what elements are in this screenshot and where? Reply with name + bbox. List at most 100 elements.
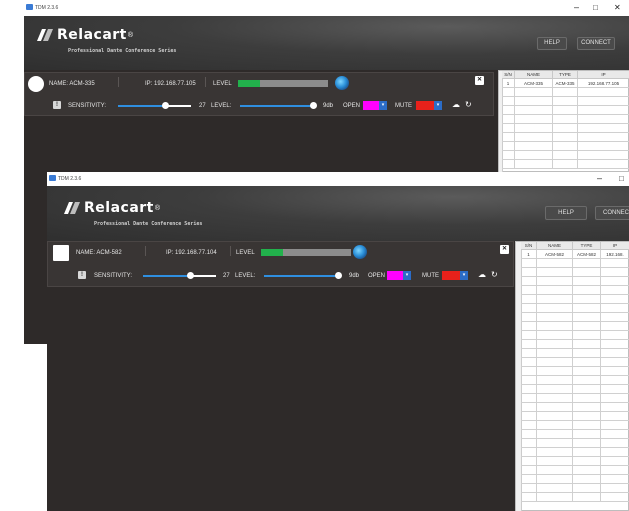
table-empty-cell[interactable] [537, 475, 573, 484]
table-empty-cell[interactable] [521, 349, 537, 358]
table-empty-cell[interactable] [537, 412, 573, 421]
table-empty-cell[interactable] [601, 385, 629, 394]
table-empty-cell[interactable] [521, 367, 537, 376]
table-empty-cell[interactable] [537, 277, 573, 286]
table-empty-cell[interactable] [573, 493, 601, 502]
table-empty-cell[interactable] [537, 430, 573, 439]
table-empty-cell[interactable] [537, 295, 573, 304]
table-empty-cell[interactable] [553, 97, 578, 106]
table-empty-cell[interactable] [601, 421, 629, 430]
table-empty-cell[interactable] [573, 439, 601, 448]
col-header-ip[interactable]: IP [601, 242, 629, 250]
table-empty-cell[interactable] [537, 313, 573, 322]
table-empty-cell[interactable] [578, 106, 629, 115]
table-empty-cell[interactable] [578, 88, 629, 97]
table-cell[interactable]: 1 [521, 250, 537, 259]
table-cell[interactable]: ACM-335 [553, 79, 578, 88]
table-empty-cell[interactable] [553, 115, 578, 124]
table-empty-cell[interactable] [537, 403, 573, 412]
col-header-sn[interactable]: S/N [521, 242, 537, 250]
table-empty-cell[interactable] [537, 448, 573, 457]
table-empty-cell[interactable] [573, 367, 601, 376]
table-empty-cell[interactable] [521, 277, 537, 286]
table-empty-cell[interactable] [601, 403, 629, 412]
mute-color-dropdown[interactable]: ▾ [434, 101, 442, 110]
table-empty-cell[interactable] [573, 475, 601, 484]
table-empty-cell[interactable] [521, 268, 537, 277]
table-empty-cell[interactable] [578, 151, 629, 160]
table-empty-cell[interactable] [553, 160, 578, 169]
table-empty-cell[interactable] [521, 259, 537, 268]
table-empty-cell[interactable] [502, 97, 515, 106]
minimize-button[interactable]: – [597, 174, 602, 183]
table-empty-cell[interactable] [573, 385, 601, 394]
table-empty-cell[interactable] [521, 448, 537, 457]
close-device-button[interactable]: ✕ [500, 245, 509, 254]
table-empty-cell[interactable] [515, 115, 553, 124]
table-empty-cell[interactable] [537, 457, 573, 466]
table-empty-cell[interactable] [578, 115, 629, 124]
table-empty-cell[interactable] [553, 124, 578, 133]
table-cell[interactable]: 192.168.77.105 [578, 79, 629, 88]
level-slider-handle[interactable] [310, 102, 317, 109]
table-empty-cell[interactable] [521, 412, 537, 421]
table-empty-cell[interactable] [521, 439, 537, 448]
table-empty-cell[interactable] [601, 259, 629, 268]
table-empty-cell[interactable] [601, 277, 629, 286]
table-empty-cell[interactable] [537, 286, 573, 295]
table-empty-cell[interactable] [521, 475, 537, 484]
table-empty-cell[interactable] [537, 394, 573, 403]
table-empty-cell[interactable] [578, 97, 629, 106]
table-empty-cell[interactable] [521, 394, 537, 403]
table-empty-cell[interactable] [601, 484, 629, 493]
table-empty-cell[interactable] [537, 322, 573, 331]
col-header-type[interactable]: TYPE [553, 71, 578, 79]
table-empty-cell[interactable] [553, 151, 578, 160]
table-empty-cell[interactable] [553, 88, 578, 97]
table-empty-cell[interactable] [601, 457, 629, 466]
table-empty-cell[interactable] [601, 430, 629, 439]
table-empty-cell[interactable] [521, 457, 537, 466]
table-empty-cell[interactable] [537, 466, 573, 475]
table-empty-cell[interactable] [502, 115, 515, 124]
table-empty-cell[interactable] [515, 151, 553, 160]
table-empty-cell[interactable] [515, 142, 553, 151]
table-empty-cell[interactable] [601, 394, 629, 403]
table-empty-cell[interactable] [601, 475, 629, 484]
device-avatar[interactable] [28, 76, 44, 92]
open-color-swatch[interactable] [363, 101, 379, 110]
table-empty-cell[interactable] [573, 313, 601, 322]
table-empty-cell[interactable] [553, 133, 578, 142]
table-empty-cell[interactable] [502, 88, 515, 97]
device-avatar[interactable] [53, 245, 69, 261]
table-empty-cell[interactable] [521, 331, 537, 340]
table-empty-cell[interactable] [601, 349, 629, 358]
table-empty-cell[interactable] [601, 358, 629, 367]
connect-button[interactable]: CONNECT [577, 37, 615, 50]
table-empty-cell[interactable] [573, 277, 601, 286]
table-empty-cell[interactable] [515, 88, 553, 97]
table-empty-cell[interactable] [537, 421, 573, 430]
table-empty-cell[interactable] [521, 403, 537, 412]
sensitivity-slider-track[interactable] [118, 105, 165, 107]
table-empty-cell[interactable] [573, 394, 601, 403]
table-cell[interactable]: ACM-335 [515, 79, 553, 88]
table-empty-cell[interactable] [601, 448, 629, 457]
mic-icon[interactable]: ! [53, 101, 61, 109]
table-cell[interactable]: 192.168. [601, 250, 629, 259]
gain-knob[interactable] [335, 76, 349, 90]
minimize-button[interactable]: – [574, 3, 579, 12]
table-empty-cell[interactable] [573, 340, 601, 349]
table-empty-cell[interactable] [537, 331, 573, 340]
table-cell[interactable]: ACM-582 [573, 250, 601, 259]
table-empty-cell[interactable] [601, 466, 629, 475]
table-empty-cell[interactable] [502, 133, 515, 142]
help-button[interactable]: HELP [545, 206, 587, 220]
table-empty-cell[interactable] [521, 322, 537, 331]
gain-knob[interactable] [353, 245, 367, 259]
table-empty-cell[interactable] [601, 376, 629, 385]
table-empty-cell[interactable] [601, 340, 629, 349]
table-empty-cell[interactable] [573, 304, 601, 313]
table-empty-cell[interactable] [573, 358, 601, 367]
table-empty-cell[interactable] [521, 376, 537, 385]
